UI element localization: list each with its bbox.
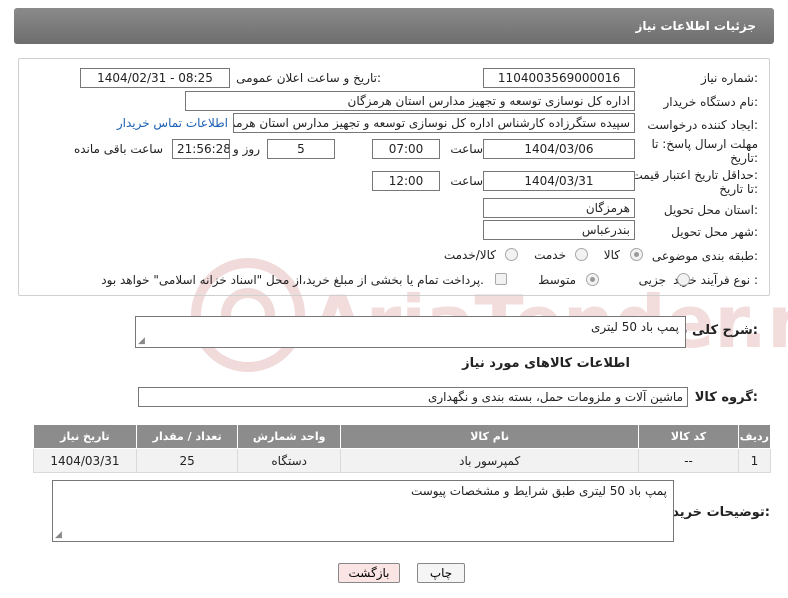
summary-text: پمپ باد 50 لیتری — [590, 320, 679, 334]
goods-group-field: ماشین آلات و ملزومات حمل، بسته بندی و نگ… — [138, 387, 688, 407]
buyer-contact-link[interactable]: اطلاعات تماس خریدار — [117, 116, 228, 130]
purchase-option-minor: جزیی — [638, 273, 666, 287]
requester-label: ایجاد کننده درخواست: — [647, 118, 758, 132]
response-deadline-label-2: تاریخ: — [730, 151, 758, 165]
category-radio-service[interactable] — [575, 248, 588, 261]
purchase-radio-minor[interactable] — [677, 273, 690, 286]
print-button[interactable]: چاپ — [417, 563, 465, 583]
response-deadline-label: مهلت ارسال پاسخ: تا — [651, 137, 758, 151]
buyer-notes-field: پمپ باد 50 لیتری طبق شرایط و مشخصات پیوس… — [52, 480, 674, 542]
response-deadline-date: 1404/03/06 — [483, 139, 635, 159]
resize-grip-icon: ◢ — [55, 530, 62, 540]
col-goods-code: کد کالا — [638, 424, 739, 449]
treasury-payment-note: پرداخت تمام یا بخشی از مبلغ خرید،از محل … — [101, 273, 484, 287]
goods-group-label: گروه کالا: — [694, 390, 758, 405]
resize-grip-icon: ◢ — [138, 336, 145, 346]
buyer-notes-text: پمپ باد 50 لیتری طبق شرایط و مشخصات پیوس… — [410, 484, 667, 498]
remaining-time-label: ساعت باقی مانده — [73, 142, 163, 156]
category-option-goods: کالا — [603, 248, 620, 262]
need-number-field: 1104003569000016 — [483, 68, 635, 88]
days-label: روز و — [233, 142, 260, 156]
delivery-city-field: بندرعباس — [483, 220, 635, 240]
cell-quantity: 25 — [135, 448, 239, 473]
col-goods-name: نام کالا — [339, 424, 640, 449]
table-row: 1 -- کمپرسور باد دستگاه 25 1404/03/31 — [33, 448, 772, 473]
category-radio-goods-service[interactable] — [505, 248, 518, 261]
price-validity-time-label: ساعت — [450, 174, 483, 188]
buyer-org-field: اداره کل نوسازی توسعه و تجهیز مدارس استا… — [185, 91, 635, 111]
need-number-label: شماره نیاز: — [700, 71, 758, 85]
items-table-header: ردیف کد کالا نام کالا واحد شمارش تعداد /… — [33, 424, 772, 449]
buyer-org-label: نام دستگاه خریدار: — [663, 95, 759, 109]
announce-datetime-field: 1404/02/31 - 08:25 — [80, 68, 230, 88]
price-validity-date: 1404/03/31 — [483, 171, 635, 191]
col-need-date: تاریخ نیاز — [33, 424, 137, 449]
category-label: طبقه بندی موضوعی: — [651, 249, 758, 263]
requester-field: سپیده ستگرزاده کارشناس اداره کل نوسازی ت… — [233, 113, 635, 133]
purchase-radio-medium[interactable] — [586, 273, 599, 286]
back-button[interactable]: بازگشت — [338, 563, 400, 583]
response-deadline-time: 07:00 — [372, 139, 440, 159]
remaining-time: 21:56:28 — [172, 139, 230, 159]
cell-unit: دستگاه — [237, 448, 341, 473]
price-validity-time: 12:00 — [372, 171, 440, 191]
remaining-days: 5 — [267, 139, 335, 159]
cell-goods-name: کمپرسور باد — [339, 448, 640, 473]
summary-field: پمپ باد 50 لیتری ◢ — [135, 316, 686, 348]
announce-datetime-label: تاریخ و ساعت اعلان عمومی: — [236, 71, 381, 85]
category-radio-goods[interactable] — [630, 248, 643, 261]
buyer-notes-label: توضیحات خریدار: — [660, 505, 770, 520]
delivery-province-label: استان محل تحویل: — [663, 203, 758, 217]
cell-goods-code: -- — [638, 448, 739, 473]
delivery-city-label: شهر محل تحویل: — [671, 225, 758, 239]
delivery-province-field: هرمزگان — [483, 198, 635, 218]
price-validity-label: حداقل تاریخ اعتبار قیمت: — [631, 168, 758, 182]
purchase-option-medium: متوسط — [538, 273, 576, 287]
price-validity-label-2: تا تاریخ: — [719, 182, 758, 196]
col-unit: واحد شمارش — [237, 424, 341, 449]
category-option-service: خدمت — [534, 248, 566, 262]
col-row-number: ردیف — [737, 424, 772, 449]
treasury-payment-checkbox[interactable] — [495, 273, 507, 285]
items-table: ردیف کد کالا نام کالا واحد شمارش تعداد /… — [33, 424, 772, 473]
cell-row-number: 1 — [737, 448, 772, 473]
col-quantity: تعداد / مقدار — [135, 424, 239, 449]
page-header: جزئیات اطلاعات نیاز — [14, 8, 774, 44]
page-title: جزئیات اطلاعات نیاز — [635, 19, 756, 33]
cell-need-date: 1404/03/31 — [33, 448, 137, 473]
response-time-label: ساعت — [450, 142, 483, 156]
category-option-goods-service: کالا/خدمت — [443, 248, 496, 262]
goods-section-title: اطلاعات کالاهای مورد نیاز — [462, 356, 630, 371]
